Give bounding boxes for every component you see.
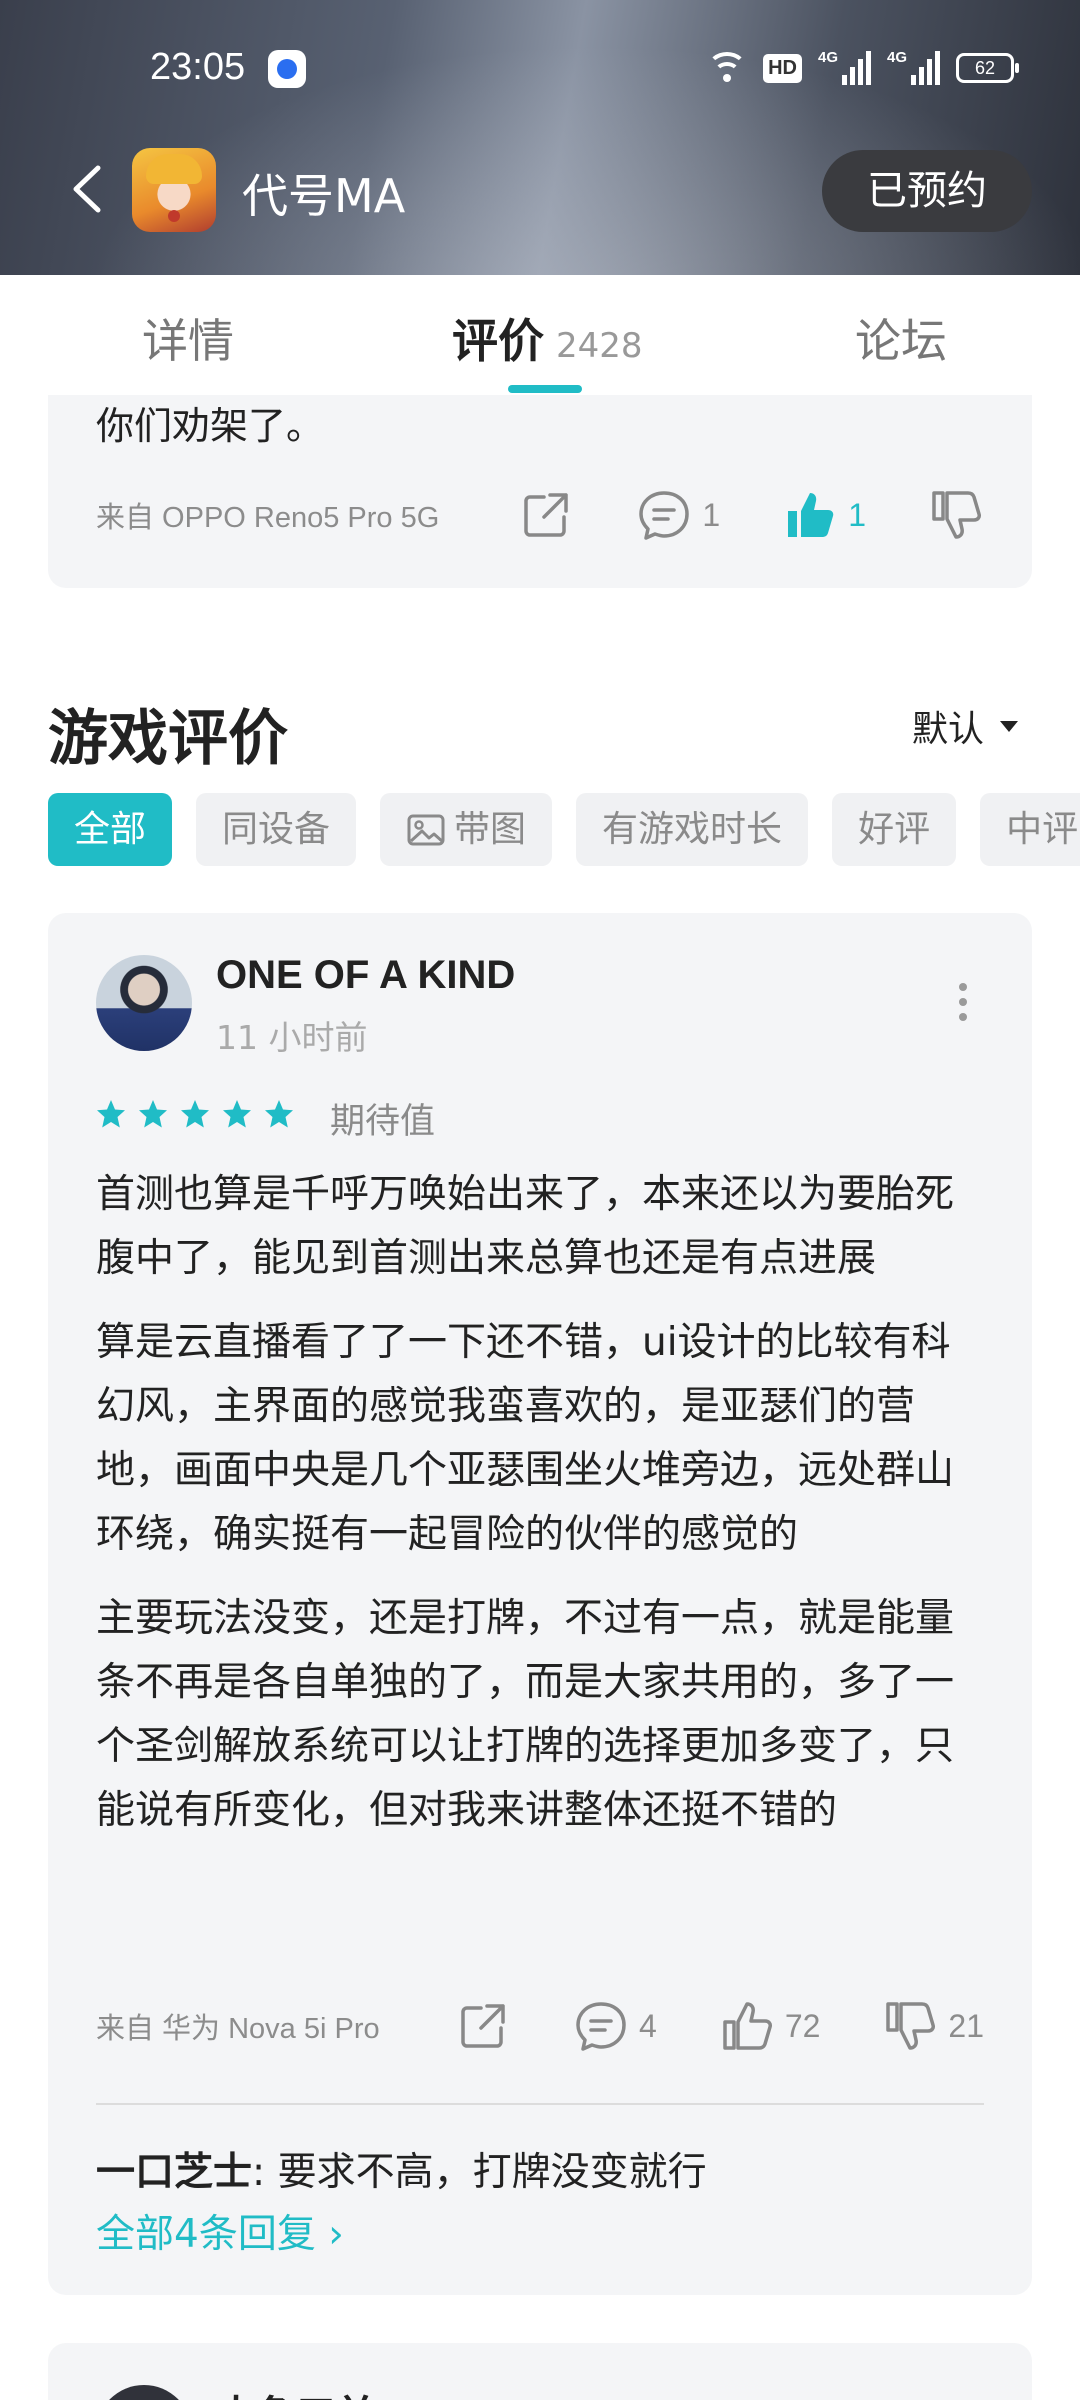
review-count: 2428 — [556, 326, 643, 366]
sort-dropdown[interactable]: 默认 — [912, 700, 1018, 752]
signal-icon-1: 4G — [818, 49, 871, 85]
review-paragraph: 主要玩法没变，还是打牌，不过有一点，就是能量条不再是各自单独的了，而是大家共用的… — [96, 1596, 955, 1833]
comment-icon — [576, 2002, 626, 2051]
reply-user: 一口芝士 — [96, 2150, 253, 2195]
status-time: 23:05 — [150, 46, 246, 88]
game-icon — [132, 148, 216, 232]
reply-preview[interactable]: 一口芝士: 要求不高，打牌没变就行 — [96, 2141, 707, 2197]
thumbs-up-filled-icon — [788, 493, 834, 537]
battery-icon: 62 — [956, 53, 1019, 83]
thumbs-up-icon — [723, 2002, 772, 2050]
review-card: ONE OF A KIND 11 小时前 期待值 首测也算是千呼万唤始出来了，本… — [48, 913, 1032, 2295]
username[interactable]: ONE OF A KIND — [216, 953, 515, 998]
share-icon — [524, 493, 569, 537]
rating-label: 期待值 — [330, 1102, 436, 1142]
thumbs-down-icon — [932, 491, 981, 539]
divider — [96, 2103, 984, 2105]
dislike-button[interactable] — [928, 487, 984, 543]
share-button[interactable] — [455, 1998, 511, 2054]
section-title: 游戏评价 — [48, 704, 288, 774]
wifi-icon — [707, 50, 748, 86]
filter-same-device[interactable]: 同设备 — [196, 793, 357, 866]
username[interactable]: 大鱼口并 — [216, 2383, 376, 2400]
image-icon — [407, 814, 445, 845]
tab-forum[interactable]: 论坛 — [855, 305, 947, 371]
star-icon — [265, 1100, 293, 1128]
filter-neutral[interactable]: 中评 — [980, 793, 1080, 866]
reserved-button[interactable]: 已预约 — [822, 150, 1032, 232]
share-icon — [461, 2004, 505, 2048]
game-title: 代号MA — [242, 169, 406, 223]
all-replies-link[interactable]: 全部4条回复 › — [96, 2203, 344, 2259]
like-button[interactable]: 1 — [782, 487, 866, 543]
tab-indicator — [508, 385, 582, 393]
review-paragraph: 首测也算是千呼万唤始出来了，本来还以为要胎死腹中了，能见到首测出来总算也还是有点… — [96, 1172, 955, 1281]
star-icon — [181, 1100, 209, 1128]
header-banner: 23:05 HD 4G 4G 62 代号MA 已预约 — [0, 0, 1080, 275]
star-icon — [97, 1100, 125, 1128]
comment-button[interactable]: 1 — [636, 487, 720, 543]
previous-review-card: 你们劝架了。 来自 OPPO Reno5 Pro 5G 1 1 — [48, 395, 1032, 588]
filter-with-image[interactable]: 带图 — [380, 793, 553, 866]
filter-positive[interactable]: 好评 — [832, 793, 957, 866]
review-paragraph: 算是云直播看了了一下还不错，ui设计的比较有科幻风，主界面的感觉我蛮喜欢的，是亚… — [96, 1320, 955, 1557]
filter-playtime[interactable]: 有游戏时长 — [576, 793, 809, 866]
filter-chips: 全部 同设备 带图 有游戏时长 好评 中评 — [48, 793, 1080, 866]
dropdown-triangle-icon — [1000, 720, 1018, 732]
review-actions: 来自 OPPO Reno5 Pro 5G 1 1 — [96, 487, 984, 543]
comment-button[interactable]: 4 — [573, 1998, 657, 2054]
like-button[interactable]: 72 — [719, 1998, 820, 2054]
review-body: 首测也算是千呼万唤始出来了，本来还以为要胎死腹中了，能见到首测出来总算也还是有点… — [96, 1163, 986, 1863]
tab-reviews[interactable]: 评价 2428 — [452, 305, 643, 371]
app-bar: 代号MA 已预约 — [0, 140, 1080, 240]
comment-icon — [639, 491, 690, 540]
avatar[interactable] — [96, 2385, 192, 2400]
star-rating — [96, 1099, 294, 1129]
status-bar: 23:05 HD 4G 4G 62 — [0, 40, 1080, 100]
star-icon — [223, 1100, 251, 1128]
tab-details[interactable]: 详情 — [142, 305, 234, 371]
filter-all[interactable]: 全部 — [48, 793, 173, 866]
review-tail-text: 你们劝架了。 — [96, 404, 325, 448]
device-source: 来自 OPPO Reno5 Pro 5G — [96, 502, 440, 534]
share-button[interactable] — [518, 487, 574, 543]
baidu-app-icon — [268, 50, 306, 88]
review-card-next: 大鱼口并 — [48, 2343, 1032, 2400]
review-actions: 来自 华为 Nova 5i Pro 4 72 21 — [96, 1998, 984, 2054]
thumbs-down-icon — [886, 2002, 936, 2050]
dislike-button[interactable]: 21 — [882, 1998, 984, 2054]
tab-bar: 详情 评价 2428 论坛 — [0, 275, 1080, 395]
more-options-icon[interactable] — [958, 983, 968, 1021]
avatar[interactable] — [96, 955, 192, 1051]
review-time: 11 小时前 — [216, 1018, 368, 1057]
reply-text: 要求不高，打牌没变就行 — [277, 2150, 707, 2195]
back-arrow-icon[interactable] — [64, 164, 112, 214]
star-icon — [139, 1100, 167, 1128]
signal-icon-2: 4G — [887, 49, 940, 85]
status-icons: HD 4G 4G 62 — [707, 49, 1019, 86]
hd-badge: HD — [763, 53, 802, 83]
device-source: 来自 华为 Nova 5i Pro — [96, 2013, 380, 2045]
